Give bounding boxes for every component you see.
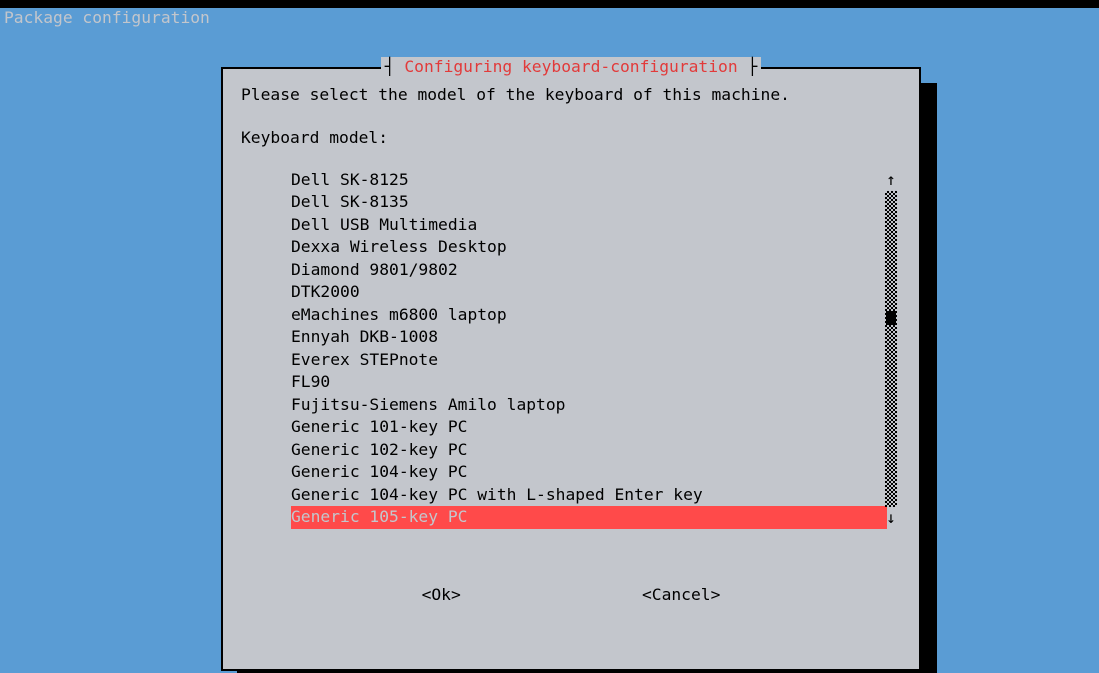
list-item[interactable]: Dexxa Wireless Desktop (291, 236, 881, 259)
list-item[interactable]: Fujitsu-Siemens Amilo laptop (291, 394, 881, 417)
list-item[interactable]: DTK2000 (291, 281, 881, 304)
ok-button[interactable]: <Ok> (422, 585, 461, 606)
scrollbar[interactable]: ↑ ↓ (881, 169, 901, 529)
list-item[interactable]: Generic 105-key PC (291, 506, 887, 529)
list-item[interactable]: Dell USB Multimedia (291, 214, 881, 237)
list-item[interactable]: Everex STEPnote (291, 349, 881, 372)
list-item[interactable]: Ennyah DKB-1008 (291, 326, 881, 349)
list-item[interactable]: Generic 102-key PC (291, 439, 881, 462)
top-black-strip (0, 0, 1099, 8)
scroll-up-arrow-icon[interactable]: ↑ (886, 169, 896, 191)
scroll-thumb[interactable] (886, 311, 896, 325)
dialog-prompt: Please select the model of the keyboard … (241, 85, 901, 106)
scroll-down-arrow-icon[interactable]: ↓ (886, 507, 896, 529)
list-item[interactable]: Dell SK-8125 (291, 169, 881, 192)
list-item[interactable]: Dell SK-8135 (291, 191, 881, 214)
list-item[interactable]: eMachines m6800 laptop (291, 304, 881, 327)
keyboard-model-list[interactable]: Dell SK-8125Dell SK-8135Dell USB Multime… (241, 169, 881, 529)
page-header-text: Package configuration (4, 8, 210, 27)
page-header: Package configuration (0, 8, 1099, 30)
list-item[interactable]: Generic 104-key PC (291, 461, 881, 484)
list-item[interactable]: FL90 (291, 371, 881, 394)
list-label: Keyboard model: (241, 128, 901, 149)
list-item[interactable]: Generic 101-key PC (291, 416, 881, 439)
list-item[interactable]: Generic 104-key PC with L-shaped Enter k… (291, 484, 881, 507)
button-row: <Ok> <Cancel> (241, 585, 901, 606)
desktop-background: ┤ Configuring keyboard-configuration ├ P… (0, 30, 1099, 673)
scroll-track[interactable] (885, 191, 897, 507)
list-item[interactable]: Diamond 9801/9802 (291, 259, 881, 282)
cancel-button[interactable]: <Cancel> (642, 585, 720, 606)
dialog: ┤ Configuring keyboard-configuration ├ P… (221, 67, 921, 671)
